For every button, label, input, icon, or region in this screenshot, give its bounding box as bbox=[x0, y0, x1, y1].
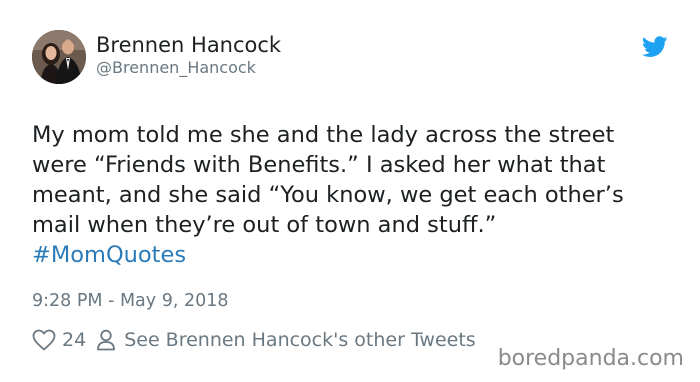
tweet-text-line: mail when they’re out of town and stuff.… bbox=[32, 212, 497, 238]
tweet-text-line: My mom told me she and the lady across t… bbox=[32, 122, 615, 148]
author-display-name[interactable]: Brennen Hancock bbox=[96, 32, 281, 58]
tweet-text-line: were “Friends with Benefits.” I asked he… bbox=[32, 152, 606, 178]
author-handle[interactable]: @Brennen_Hancock bbox=[96, 58, 256, 78]
other-tweets-link[interactable]: See Brennen Hancock's other Tweets bbox=[124, 329, 476, 351]
like-count[interactable]: 24 bbox=[62, 329, 86, 351]
tweet-card: Brennen Hancock @Brennen_Hancock My mom … bbox=[0, 0, 700, 382]
tweet-text: My mom told me she and the lady across t… bbox=[32, 120, 682, 270]
profile-photo-icon bbox=[32, 30, 86, 84]
twitter-bird-icon[interactable] bbox=[642, 36, 668, 58]
tweet-timestamp[interactable]: 9:28 PM - May 9, 2018 bbox=[32, 289, 229, 313]
heart-icon[interactable] bbox=[32, 329, 56, 351]
hashtag-link[interactable]: #MomQuotes bbox=[32, 240, 682, 270]
person-icon[interactable] bbox=[96, 329, 116, 351]
avatar[interactable] bbox=[32, 30, 86, 84]
tweet-actions: 24 See Brennen Hancock's other Tweets bbox=[32, 326, 476, 354]
tweet-text-line: meant, and she said “You know, we get ea… bbox=[32, 182, 624, 208]
watermark: boredpanda.com bbox=[497, 346, 684, 371]
